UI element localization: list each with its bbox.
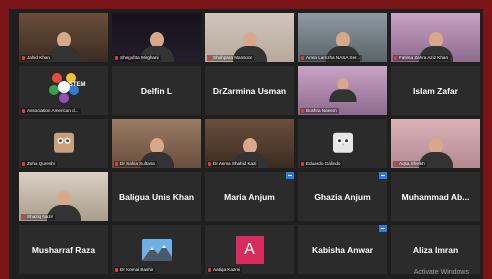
mountain-photo-icon (141, 238, 172, 261)
participant-name: Kabisha Anwar (311, 244, 374, 255)
mic-muted-icon (301, 108, 304, 113)
mic-muted-icon (115, 161, 118, 166)
participant-tile[interactable]: Dr Asma Shahid Kazi (205, 119, 294, 168)
participant-label-text: Bushra Naeem (306, 108, 337, 113)
participant-name: Delfin L (140, 85, 173, 96)
participant-tile[interactable]: Shaziq Nazir (19, 172, 108, 221)
participant-label: Dr Komal Bashir (114, 267, 156, 273)
participant-label: Amra Lamzha NASA Ser... (300, 55, 363, 61)
person-figure (328, 78, 357, 102)
muted-badge-icon (379, 172, 387, 179)
participant-tile[interactable]: Musharraf Raza (19, 225, 108, 274)
mic-muted-icon (394, 161, 397, 166)
participant-tile[interactable]: A Aatiqa Kazmi (205, 225, 294, 274)
participant-name: Baligua Unis Khan (118, 191, 195, 202)
participant-tile[interactable]: Eduardo Galindo (298, 119, 387, 168)
mic-muted-icon (301, 161, 304, 166)
stem-logo-text: STEM (68, 82, 86, 88)
participant-label: Eduardo Galindo (300, 161, 343, 167)
participant-tile[interactable]: Aliza Imran (391, 225, 480, 274)
mic-muted-icon (115, 267, 118, 272)
participant-grid: Jahid Khan Sheguftta Mirghani Shahpara Man… (19, 13, 480, 274)
participant-label: Fatima Zahra Aziz Khan (393, 55, 451, 61)
participant-name: Aliza Imran (412, 244, 459, 255)
participant-label-text: Shaziq Nazir (27, 214, 54, 219)
participant-name: Islam Zafar (413, 85, 458, 96)
participant-label-text: Dr Sahia Sultana (120, 161, 155, 166)
participant-tile[interactable]: Islam Zafar (391, 66, 480, 115)
participant-label: Zoha Qureshi (21, 161, 57, 167)
participant-tile[interactable]: STEM Association American d... (19, 66, 108, 115)
mic-muted-icon (22, 214, 25, 219)
participant-tile[interactable]: Dr Sahia Sultana (112, 119, 201, 168)
participant-label-text: Amra Lamzha NASA Ser... (306, 55, 361, 60)
participant-label-text: Shahpara Mansoor (213, 55, 253, 60)
mic-muted-icon (394, 55, 397, 60)
participant-tile[interactable]: Aqsa Sheikh (391, 119, 480, 168)
participant-label: Jahid Khan (21, 55, 52, 61)
participant-label: Aatiqa Kazmi (207, 267, 243, 273)
participant-label-text: Association American d... (27, 108, 79, 113)
participant-tile[interactable]: Zoha Qureshi (19, 119, 108, 168)
participant-label: Sheguftta Mirghani (114, 55, 161, 61)
participant-tile[interactable]: Baligua Unis Khan (112, 172, 201, 221)
participant-label-text: Sheguftta Mirghani (120, 55, 159, 60)
participant-label: Dr Asma Shahid Kazi (207, 161, 259, 167)
owl-avatar-icon (332, 132, 353, 153)
participant-label: Shahpara Mansoor (207, 55, 255, 61)
participant-label-text: Eduardo Galindo (306, 161, 341, 166)
participant-tile[interactable]: Fatima Zahra Aziz Khan (391, 13, 480, 62)
participant-label-text: Aqsa Sheikh (399, 161, 425, 166)
participant-label: Aqsa Sheikh (393, 161, 427, 167)
participant-label-text: Aatiqa Kazmi (213, 267, 241, 272)
participant-tile[interactable]: Amra Lamzha NASA Ser... (298, 13, 387, 62)
participant-tile[interactable]: Delfin L (112, 66, 201, 115)
owl-avatar-icon (53, 132, 74, 153)
participant-name: Ghazia Anjum (314, 191, 371, 202)
participant-tile[interactable]: Maria Anjum (205, 172, 294, 221)
participant-label-text: Dr Komal Bashir (120, 267, 154, 272)
participant-tile[interactable]: Shahpara Mansoor (205, 13, 294, 62)
participant-tile[interactable]: Kabisha Anwar (298, 225, 387, 274)
participant-tile[interactable]: DrZarmina Usman (205, 66, 294, 115)
participant-label-text: Zoha Qureshi (27, 161, 55, 166)
participant-label: Shaziq Nazir (21, 214, 56, 220)
participant-tile[interactable]: Dr Komal Bashir (112, 225, 201, 274)
mic-muted-icon (22, 108, 25, 113)
mic-muted-icon (22, 55, 25, 60)
mic-muted-icon (115, 55, 118, 60)
participant-tile[interactable]: Bushra Naeem (298, 66, 387, 115)
participant-name: Muhammad Ab... (401, 191, 470, 202)
mic-muted-icon (208, 267, 211, 272)
avatar: A (235, 235, 264, 264)
participant-tile[interactable]: Muhammad Ab... (391, 172, 480, 221)
participant-tile[interactable]: Ghazia Anjum (298, 172, 387, 221)
activate-windows-watermark: Activate Windows (413, 269, 469, 276)
participant-label: Association American d... (21, 108, 81, 114)
participant-name: Maria Anjum (224, 191, 275, 202)
participant-label-text: Jahid Khan (27, 55, 50, 60)
muted-badge-icon (379, 225, 387, 232)
meeting-window: Jahid Khan Sheguftta Mirghani Shahpara Man… (9, 9, 483, 279)
mic-muted-icon (208, 161, 211, 166)
mic-muted-icon (22, 161, 25, 166)
muted-badge-icon (286, 172, 294, 179)
participant-label-text: Fatima Zahra Aziz Khan (399, 55, 449, 60)
mic-muted-icon (208, 55, 211, 60)
participant-name: DrZarmina Usman (212, 85, 287, 96)
participant-name: Musharraf Raza (31, 244, 96, 255)
participant-label-text: Dr Asma Shahid Kazi (213, 161, 257, 166)
mic-muted-icon (301, 55, 304, 60)
participant-label: Dr Sahia Sultana (114, 161, 157, 167)
participant-tile[interactable]: Sheguftta Mirghani (112, 13, 201, 62)
participant-label: Bushra Naeem (300, 108, 339, 114)
participant-tile[interactable]: Jahid Khan (19, 13, 108, 62)
